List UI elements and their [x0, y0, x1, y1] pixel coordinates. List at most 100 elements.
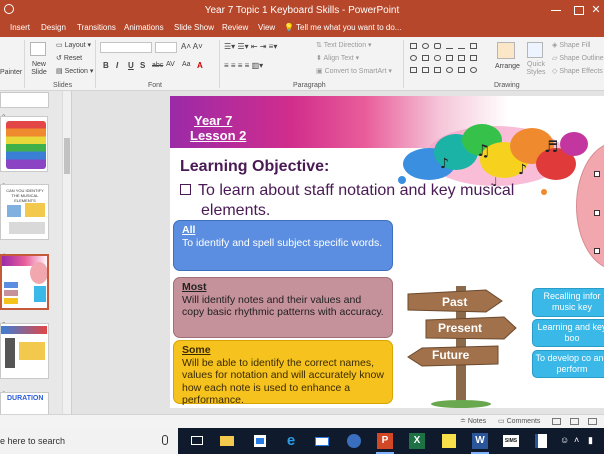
- change-case-button[interactable]: Aa: [182, 61, 191, 68]
- align-text-button[interactable]: ⬍ Align Text ▾: [316, 54, 359, 62]
- thumbnail-image: [9, 222, 45, 234]
- minimize-button[interactable]: [548, 4, 564, 16]
- comments-button[interactable]: ▭ Comments: [498, 417, 540, 425]
- file-explorer-icon[interactable]: [218, 432, 236, 450]
- reading-view-button[interactable]: [588, 418, 597, 425]
- italic-button[interactable]: I: [116, 61, 118, 70]
- convert-smartart-label: Convert to SmartArt: [324, 68, 387, 75]
- smiley-shape-icon[interactable]: [446, 67, 453, 73]
- arrow-shape-icon[interactable]: [458, 43, 465, 49]
- slide-thumbnail-2[interactable]: [0, 116, 48, 172]
- excel-taskbar-icon[interactable]: X: [408, 432, 426, 450]
- font-name-box[interactable]: [100, 42, 152, 53]
- tab-animations[interactable]: Animations: [124, 23, 164, 32]
- slide-thumbnail-4-selected[interactable]: [0, 254, 49, 310]
- strikethrough-button[interactable]: abc: [152, 62, 163, 69]
- new-slide-button[interactable]: New Slide: [29, 61, 49, 77]
- circle-bullet-icon: [594, 248, 600, 254]
- pentagon-shape-icon[interactable]: [458, 55, 465, 61]
- rectangle-shape-icon[interactable]: [410, 43, 417, 49]
- slide-thumbnail-1[interactable]: [0, 92, 49, 108]
- sims-app-icon[interactable]: SIMS: [502, 432, 520, 450]
- more-shapes-icon[interactable]: [470, 67, 477, 73]
- square-shape-icon[interactable]: [422, 55, 429, 61]
- arrange-button[interactable]: Arrange: [495, 63, 520, 70]
- tab-transitions[interactable]: Transitions: [77, 23, 116, 32]
- word-doc-icon[interactable]: [532, 432, 550, 450]
- shape-fill-button[interactable]: ◈ Shape Fill: [552, 41, 590, 49]
- close-button[interactable]: ✕: [588, 4, 604, 16]
- quick-styles-icon[interactable]: [527, 42, 543, 58]
- most-outcome-box: Most Will identify notes and their value…: [173, 277, 393, 338]
- layout-button[interactable]: ▭ Layout ▾: [56, 41, 91, 49]
- edge-browser-icon[interactable]: e: [282, 432, 300, 450]
- slide[interactable]: ♪ ♫ ♪ ♬ ♩ Year 7 Lesson 2 Learning Objec…: [170, 96, 604, 408]
- thumbnail-image: [25, 203, 45, 217]
- rounded-rect-shape-icon[interactable]: [434, 43, 441, 49]
- tab-review[interactable]: Review: [222, 23, 248, 32]
- shadow-button[interactable]: S: [140, 61, 145, 70]
- media-player-icon[interactable]: [345, 432, 363, 450]
- line-shape-icon[interactable]: [446, 43, 453, 49]
- font-color-button[interactable]: A: [197, 61, 203, 70]
- text-direction-button[interactable]: ⇅ Text Direction ▾: [316, 41, 372, 49]
- tray-arrow-icon[interactable]: ˄: [574, 435, 579, 445]
- bold-button[interactable]: B: [103, 61, 109, 70]
- quick-styles-button[interactable]: Quick Styles: [523, 61, 549, 77]
- callout-shape-icon[interactable]: [434, 67, 441, 73]
- tab-design[interactable]: Design: [41, 23, 66, 32]
- arrow-right-shape-icon[interactable]: [410, 67, 417, 73]
- normal-view-button[interactable]: [552, 418, 561, 425]
- tell-me-box[interactable]: 💡 Tell me what you want to do...: [284, 23, 401, 32]
- powerpoint-taskbar-icon[interactable]: P: [376, 432, 394, 454]
- shape-effects-button[interactable]: ◇ Shape Effects: [552, 67, 603, 75]
- network-icon[interactable]: ▮: [588, 435, 593, 446]
- reset-button[interactable]: ↺ Reset: [56, 54, 82, 62]
- list-buttons[interactable]: ☰▾ ☰▾ ⇤ ⇥ ≡▾: [224, 42, 277, 51]
- new-slide-icon[interactable]: [30, 42, 46, 56]
- thumbnail-scrollbar[interactable]: [62, 91, 71, 414]
- textbox-shape-icon[interactable]: [470, 43, 477, 49]
- arrange-icon[interactable]: [497, 42, 515, 59]
- oval-shape-icon[interactable]: [422, 43, 429, 49]
- char-spacing-button[interactable]: AV: [166, 61, 175, 68]
- microphone-icon[interactable]: [162, 435, 168, 445]
- convert-smartart-button[interactable]: ▣ Convert to SmartArt ▾: [316, 67, 392, 75]
- rounded-shape-icon[interactable]: [434, 55, 441, 61]
- taskbar-search-box[interactable]: e here to search: [0, 428, 178, 454]
- sign-past: Past: [442, 295, 468, 309]
- bracket-shape-icon[interactable]: [458, 67, 465, 73]
- shape-outline-button[interactable]: ▱ Shape Outline: [552, 54, 604, 62]
- section-button[interactable]: ▤ Section ▾: [56, 67, 93, 75]
- slide-thumbnail-6[interactable]: DURATION: [0, 392, 49, 416]
- align-buttons[interactable]: ≡ ≡ ≡ ≡ ▥▾: [224, 61, 263, 70]
- slide-thumbnail-panel[interactable]: 2 3 CAN YOU IDENTIFY THE MUSICAL ELEMENT…: [0, 91, 72, 416]
- format-painter-label[interactable]: Painter: [0, 69, 22, 76]
- sticky-notes-icon[interactable]: [440, 432, 458, 450]
- triangle-shape-icon[interactable]: [446, 55, 453, 61]
- thumbnail-image: [5, 338, 15, 368]
- scrollbar-thumb[interactable]: [64, 138, 70, 174]
- slide-sorter-view-button[interactable]: [570, 418, 579, 425]
- slide-thumbnail-5[interactable]: [0, 323, 49, 379]
- notes-button[interactable]: ≐ Notes: [460, 417, 486, 425]
- mail-icon[interactable]: [313, 432, 331, 450]
- underline-button[interactable]: U: [128, 61, 134, 70]
- tab-insert[interactable]: Insert: [10, 23, 30, 32]
- some-text: Will be able to identify the correct nam…: [182, 356, 384, 407]
- tab-view[interactable]: View: [258, 23, 275, 32]
- font-size-box[interactable]: [155, 42, 177, 53]
- task-view-icon[interactable]: [188, 432, 206, 450]
- circle-shape-icon[interactable]: [410, 55, 417, 61]
- brace-shape-icon[interactable]: [470, 55, 477, 61]
- store-icon[interactable]: [251, 432, 269, 450]
- grow-shrink-font[interactable]: A˄ A˅: [181, 42, 203, 51]
- star-shape-icon[interactable]: [422, 67, 429, 73]
- tab-slide-show[interactable]: Slide Show: [174, 23, 214, 32]
- slide-thumbnail-3[interactable]: CAN YOU IDENTIFY THE MUSICAL ELEMENTS: [0, 184, 49, 240]
- search-placeholder: e here to search: [0, 436, 66, 446]
- thumbnail-caption: CAN YOU IDENTIFY THE MUSICAL ELEMENTS: [6, 188, 44, 203]
- people-icon[interactable]: ☺: [560, 435, 569, 445]
- word-taskbar-icon[interactable]: W: [471, 432, 489, 454]
- maximize-button[interactable]: [570, 4, 586, 16]
